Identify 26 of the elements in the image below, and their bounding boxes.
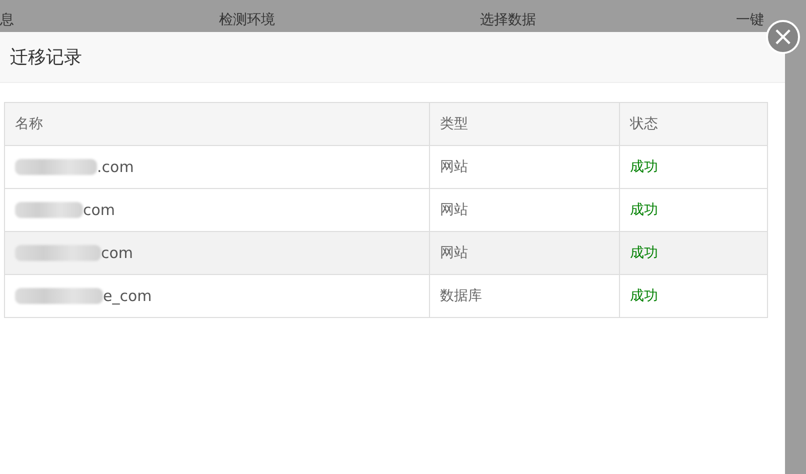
table-row[interactable]: .com 网站 成功: [5, 146, 767, 189]
column-header: 类型: [429, 103, 619, 145]
status-cell: 成功: [619, 275, 767, 317]
step-label: 息: [0, 11, 15, 30]
table-cell: 网站: [429, 232, 619, 274]
status-cell: 成功: [619, 146, 767, 188]
table-cell: .com: [97, 158, 134, 176]
table-row[interactable]: e_com 数据库 成功: [5, 275, 767, 318]
table-cell: e_com: [103, 287, 152, 305]
close-button[interactable]: ×: [766, 20, 800, 54]
step-label: 检测环境: [219, 11, 276, 30]
column-header: 名称: [14, 115, 44, 134]
table-cell: com: [83, 201, 116, 219]
table-row[interactable]: com 网站 成功: [5, 232, 767, 275]
table-row[interactable]: com 网站 成功: [5, 189, 767, 232]
table-cell: com: [101, 244, 134, 262]
step-label: 一键: [736, 11, 765, 30]
step-label: 选择数据: [480, 11, 537, 30]
table-cell: 网站: [429, 146, 619, 188]
status-cell: 成功: [619, 232, 767, 274]
column-header: 状态: [619, 103, 767, 145]
dialog-title: 迁移记录: [10, 46, 82, 69]
blurred-text: [15, 202, 83, 218]
table-cell: 网站: [429, 189, 619, 231]
table-cell: 数据库: [429, 275, 619, 317]
status-cell: 成功: [619, 189, 767, 231]
